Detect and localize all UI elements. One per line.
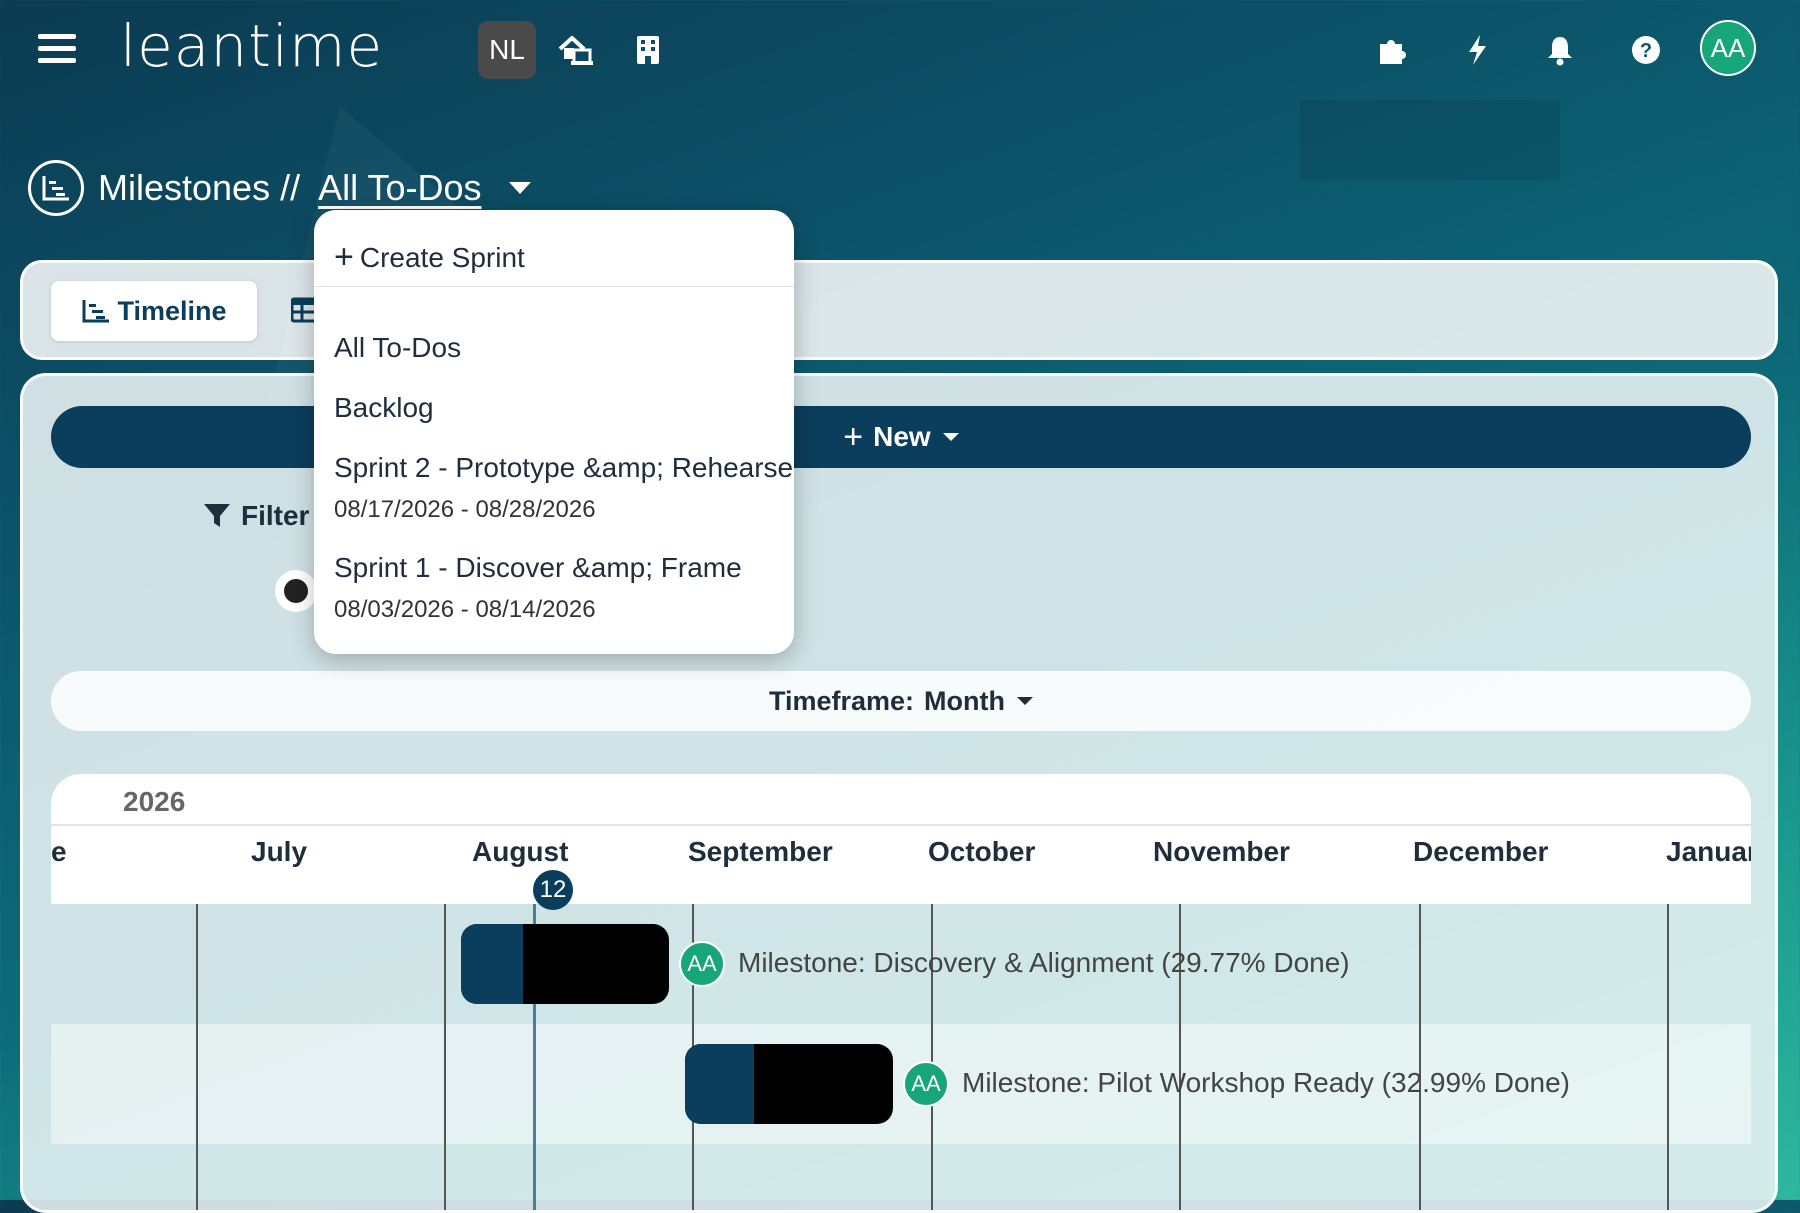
month-label: e bbox=[51, 836, 67, 867]
milestone-bar[interactable] bbox=[685, 1044, 893, 1124]
tab-timeline[interactable]: Timeline bbox=[51, 281, 257, 341]
dot-icon bbox=[284, 579, 308, 603]
create-sprint-item[interactable]: + Create Sprint bbox=[334, 238, 525, 277]
building-icon[interactable] bbox=[628, 30, 668, 70]
timeframe-value: Month bbox=[924, 685, 1006, 716]
home-switch-icon[interactable] bbox=[555, 30, 595, 70]
view-tabs-panel: Timeline bbox=[20, 260, 1778, 360]
page-header: Milestones // All To-Dos bbox=[28, 158, 532, 218]
puzzle-icon[interactable] bbox=[1372, 30, 1412, 70]
header-divider bbox=[51, 824, 1751, 826]
month-label: Januar bbox=[1666, 836, 1751, 867]
milestone-avatar[interactable]: AA bbox=[679, 941, 725, 987]
plus-icon: + bbox=[334, 238, 354, 276]
gantt-year: 2026 bbox=[123, 786, 186, 817]
new-button-label: New bbox=[873, 421, 931, 452]
milestone-timeline-icon bbox=[28, 160, 84, 216]
milestone-bar[interactable] bbox=[461, 924, 669, 1004]
menu-item-all-todos[interactable]: All To-Dos bbox=[334, 332, 461, 364]
project-badge[interactable]: NL bbox=[478, 21, 536, 79]
menu-item-sprint-1[interactable]: Sprint 1 - Discover &amp; Frame bbox=[334, 552, 742, 584]
chevron-down-icon[interactable] bbox=[509, 182, 532, 194]
filter-button[interactable]: Filter bbox=[203, 500, 309, 532]
gantt-body: AA Milestone: Discovery & Alignment (29.… bbox=[51, 904, 1751, 1210]
milestone-progress bbox=[461, 924, 523, 1004]
hamburger-menu-icon[interactable] bbox=[38, 34, 76, 68]
caret-down-icon bbox=[1017, 697, 1034, 705]
create-sprint-label: Create Sprint bbox=[359, 241, 525, 273]
svg-text:?: ? bbox=[1640, 40, 1652, 62]
month-gridline bbox=[1667, 904, 1669, 1210]
menu-item-sprint-2[interactable]: Sprint 2 - Prototype &amp; Rehearse bbox=[334, 452, 793, 484]
caret-down-icon bbox=[942, 433, 959, 441]
user-avatar[interactable]: AA bbox=[1700, 20, 1756, 76]
main-panel: + New Filter Timeframe: Month 2026 e Jul… bbox=[20, 373, 1778, 1213]
month-gridline bbox=[1419, 904, 1421, 1210]
sprint-1-dates: 08/03/2026 - 08/14/2026 bbox=[334, 596, 596, 623]
sprint-selector[interactable]: All To-Dos bbox=[318, 167, 481, 209]
milestone-label[interactable]: Milestone: Pilot Workshop Ready (32.99% … bbox=[962, 1067, 1570, 1099]
timeline-icon bbox=[82, 300, 110, 323]
sprint-2-dates: 08/17/2026 - 08/28/2026 bbox=[334, 496, 596, 523]
bell-icon[interactable] bbox=[1540, 30, 1580, 70]
plus-icon: + bbox=[843, 417, 864, 456]
gantt-header: 2026 e July August September October Nov… bbox=[51, 774, 1751, 910]
tab-timeline-label: Timeline bbox=[117, 295, 227, 326]
milestone-progress bbox=[685, 1044, 754, 1124]
month-label: August bbox=[472, 836, 569, 867]
timeframe-selector[interactable]: Timeframe: Month bbox=[51, 671, 1751, 731]
lightning-icon[interactable] bbox=[1457, 30, 1497, 70]
sprint-dropdown-menu: + Create Sprint All To-Dos Backlog Sprin… bbox=[314, 210, 794, 654]
group-toggle[interactable] bbox=[275, 570, 317, 612]
background-shape bbox=[1300, 100, 1560, 180]
month-label: July bbox=[251, 836, 308, 867]
page-title: Milestones bbox=[98, 167, 271, 208]
menu-item-backlog[interactable]: Backlog bbox=[334, 392, 434, 424]
new-button[interactable]: + New bbox=[51, 406, 1751, 468]
month-label: November bbox=[1153, 836, 1290, 867]
gantt-chart: 2026 e July August September October Nov… bbox=[51, 774, 1751, 1210]
month-label: September bbox=[688, 836, 833, 867]
month-gridline bbox=[444, 904, 446, 1210]
title-separator: // bbox=[280, 167, 301, 208]
milestone-avatar[interactable]: AA bbox=[903, 1061, 949, 1107]
menu-divider bbox=[314, 286, 794, 287]
help-icon[interactable]: ? bbox=[1626, 30, 1666, 70]
filter-icon bbox=[204, 504, 230, 527]
month-label: October bbox=[928, 836, 1036, 867]
timeframe-label: Timeframe: bbox=[768, 685, 915, 716]
milestone-label[interactable]: Milestone: Discovery & Alignment (29.77%… bbox=[738, 947, 1350, 979]
month-gridline bbox=[196, 904, 198, 1210]
leantime-logo[interactable]: leantime bbox=[120, 12, 383, 80]
filter-label: Filter bbox=[241, 500, 310, 531]
top-navigation-bar: leantime NL ? AA bbox=[0, 0, 1800, 100]
month-label: December bbox=[1413, 836, 1549, 867]
